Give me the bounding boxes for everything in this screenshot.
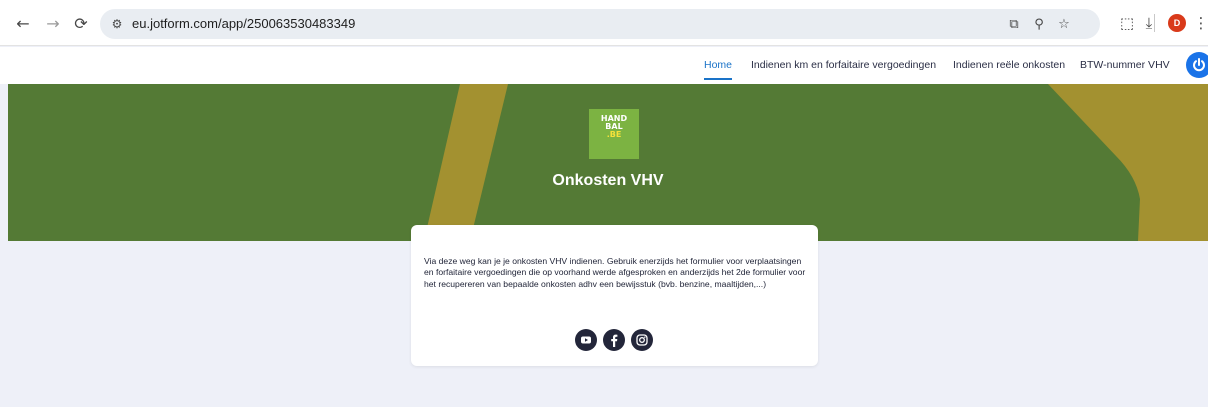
address-bar[interactable]: ⚙ eu.jotform.com/app/250063530483349 ⧉ ⚲… bbox=[100, 9, 1100, 39]
handbal-logo: HAND BAL .BE bbox=[589, 109, 639, 159]
facebook-icon[interactable] bbox=[603, 329, 625, 351]
menu-dots-icon[interactable]: ⋮ bbox=[1190, 12, 1208, 34]
reload-icon[interactable]: ⟳ bbox=[70, 12, 92, 34]
nav-km-vergoedingen[interactable]: Indienen km en forfaitaire vergoedingen bbox=[751, 59, 936, 71]
intro-card: Via deze weg kan je je onkosten VHV indi… bbox=[411, 225, 818, 366]
back-icon[interactable]: ← bbox=[12, 12, 34, 34]
nav-reele-onkosten[interactable]: Indienen reële onkosten bbox=[953, 59, 1065, 71]
active-tab-indicator bbox=[704, 78, 732, 80]
power-icon[interactable] bbox=[1186, 52, 1208, 78]
site-info-icon[interactable]: ⚙ bbox=[108, 15, 126, 33]
forward-icon[interactable]: → bbox=[42, 12, 64, 34]
youtube-icon[interactable] bbox=[575, 329, 597, 351]
install-app-icon[interactable]: ⧉ bbox=[1005, 15, 1023, 33]
page-title: Onkosten VHV bbox=[552, 172, 664, 189]
social-links bbox=[575, 329, 657, 351]
profile-avatar[interactable]: D bbox=[1168, 14, 1186, 32]
zoom-icon[interactable]: ⚲ bbox=[1030, 15, 1048, 33]
url-text[interactable]: eu.jotform.com/app/250063530483349 bbox=[132, 16, 355, 31]
nav-home[interactable]: Home bbox=[704, 59, 732, 71]
hero-banner: HAND BAL .BE Onkosten VHV bbox=[8, 84, 1208, 241]
instagram-icon[interactable] bbox=[631, 329, 653, 351]
download-icon[interactable]: ⤓ bbox=[1138, 12, 1160, 34]
app-navigation: Home Indienen km en forfaitaire vergoedi… bbox=[0, 47, 1208, 84]
nav-btw-nummer[interactable]: BTW-nummer VHV bbox=[1080, 59, 1170, 71]
browser-toolbar: ← → ⟳ ⚙ eu.jotform.com/app/2500635304833… bbox=[0, 0, 1208, 46]
extensions-icon[interactable]: ⬚ bbox=[1116, 12, 1138, 34]
intro-description: Via deze weg kan je je onkosten VHV indi… bbox=[424, 256, 806, 289]
hero-decoration bbox=[424, 84, 1208, 241]
bookmark-star-icon[interactable]: ☆ bbox=[1055, 15, 1073, 33]
